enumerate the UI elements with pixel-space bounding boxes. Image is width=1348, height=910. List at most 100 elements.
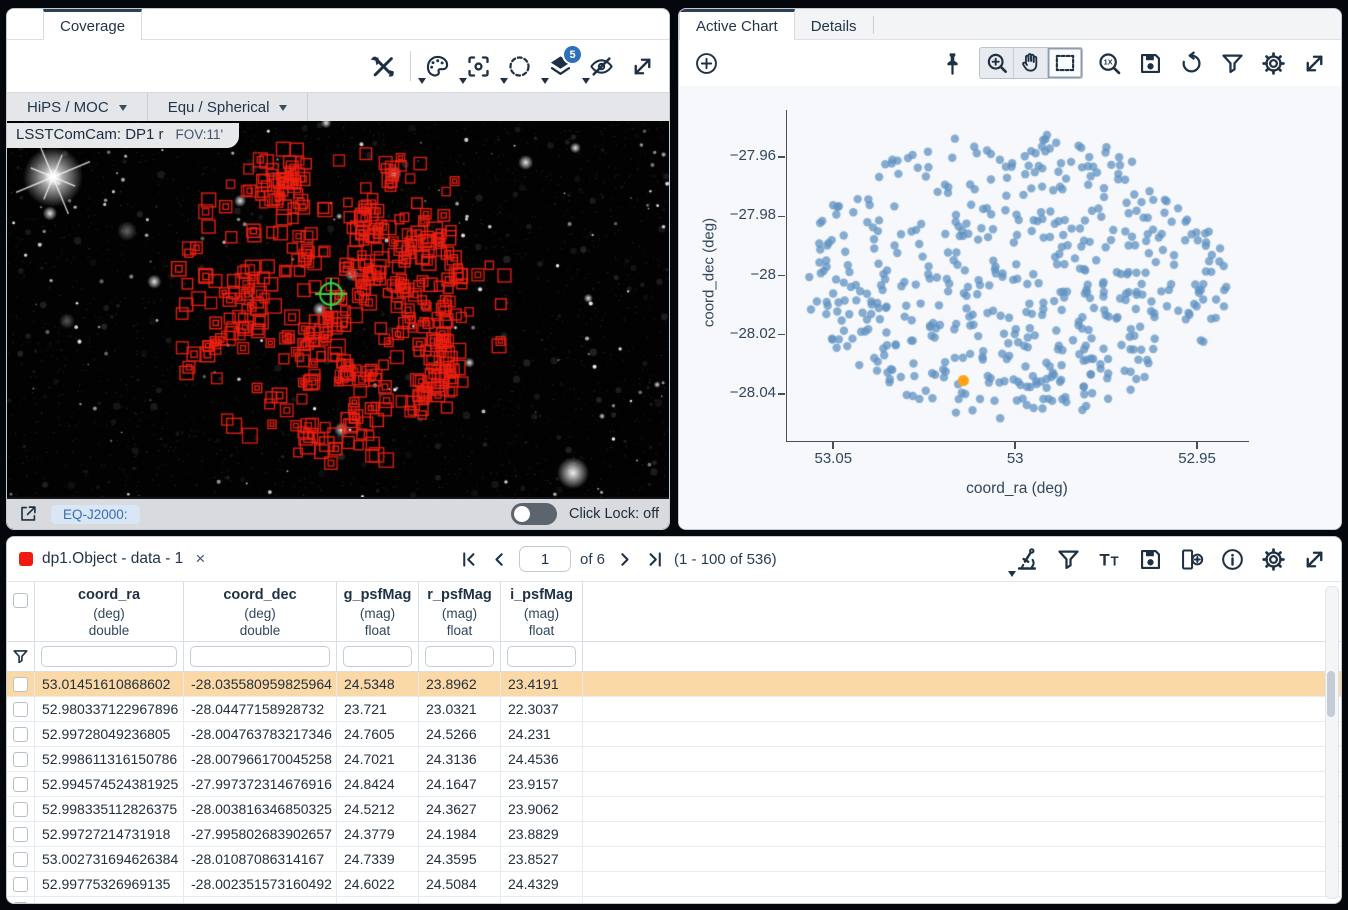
select-all-checkbox[interactable] <box>13 593 28 608</box>
column-header-r_psfMag[interactable]: r_psfMag(mag)float <box>419 582 501 641</box>
table-tab[interactable]: dp1.Object - data - 1 × <box>19 549 205 569</box>
fov-readout: FOV:11' <box>176 127 224 142</box>
pan-tool-button[interactable] <box>1014 48 1048 78</box>
scrollbar-thumb[interactable] <box>1327 671 1335 717</box>
row-checkbox[interactable] <box>13 877 28 892</box>
recenter-button[interactable] <box>463 51 493 81</box>
table-cell: -28.002351573160492 <box>184 872 337 897</box>
table-row[interactable]: 52.994574524381925-27.99737231467691624.… <box>7 772 1341 797</box>
next-page-button[interactable] <box>614 549 635 570</box>
layers-button[interactable]: 5 <box>545 51 575 81</box>
scatter-canvas[interactable] <box>787 110 1249 441</box>
table-cell: 23.9157 <box>501 772 583 797</box>
table-row[interactable]: 52.99775326969135-28.00235157316049224.6… <box>7 872 1341 897</box>
image-title-badge: LSSTComCam: DP1 r FOV:11' <box>7 123 239 148</box>
table-cell: 22.3037 <box>501 697 583 722</box>
coverage-expand-button[interactable] <box>627 51 657 81</box>
column-filter-input-i_psfMag[interactable] <box>507 646 576 667</box>
row-checkbox[interactable] <box>13 677 28 692</box>
column-filter-input-coord_dec[interactable] <box>190 646 330 667</box>
tab-active-chart[interactable]: Active Chart <box>679 9 795 40</box>
sky-image-canvas[interactable] <box>7 121 669 529</box>
close-icon[interactable]: × <box>195 549 205 569</box>
save-chart-button[interactable] <box>1135 48 1165 78</box>
y-tick-mark <box>778 275 785 277</box>
table-info-button[interactable] <box>1217 544 1247 574</box>
expand-icon <box>1301 546 1328 573</box>
page-number-input[interactable] <box>519 546 571 572</box>
coverage-tabbar: Coverage <box>7 9 669 40</box>
color-settings-button[interactable] <box>422 51 452 81</box>
x-tick-label: 52.95 <box>1162 450 1232 467</box>
visibility-button[interactable] <box>586 51 616 81</box>
table-text-view-button[interactable]: T T <box>1094 544 1124 574</box>
filter-icon <box>1219 50 1246 77</box>
recenter-icon <box>465 53 492 80</box>
column-filter-input-g_psfMag[interactable] <box>343 646 412 667</box>
expand-icon <box>1301 50 1328 77</box>
table-settings-button[interactable] <box>1258 544 1288 574</box>
table-row[interactable]: 53.01451610868602-28.03558095982596424.5… <box>7 672 1341 697</box>
pin-chart-button[interactable] <box>937 48 967 78</box>
last-page-button[interactable] <box>644 549 665 570</box>
open-in-new-icon[interactable] <box>17 503 39 525</box>
table-search-button[interactable] <box>1012 544 1042 574</box>
table-row[interactable]: 52.980337122967896-28.0447715892873223.7… <box>7 697 1341 722</box>
add-column-button[interactable] <box>1176 544 1206 574</box>
tab-details[interactable]: Details <box>795 10 873 39</box>
chart-expand-button[interactable] <box>1299 48 1329 78</box>
tools-button[interactable] <box>368 51 398 81</box>
restore-chart-button[interactable] <box>1176 48 1206 78</box>
filter-chart-button[interactable] <box>1217 48 1247 78</box>
y-tick-label: −28.02 <box>688 325 776 342</box>
column-filter-input-coord_ra[interactable] <box>41 646 177 667</box>
row-checkbox[interactable] <box>13 852 28 867</box>
table-row[interactable]: 52.99728049236805-28.00476378321734624.7… <box>7 722 1341 747</box>
table-filter-button[interactable] <box>1053 544 1083 574</box>
column-filter-input-r_psfMag[interactable] <box>425 646 494 667</box>
row-checkbox[interactable] <box>13 702 28 717</box>
prev-page-button[interactable] <box>489 549 510 570</box>
table-expand-button[interactable] <box>1299 544 1329 574</box>
table-row[interactable]: 52.99727214731918-27.99580268390265724.3… <box>7 822 1341 847</box>
row-checkbox[interactable] <box>13 777 28 792</box>
table-cell: 52.99775326969135 <box>35 872 184 897</box>
column-header-coord_dec[interactable]: coord_dec(deg)double <box>184 582 337 641</box>
image-title: LSSTComCam: DP1 r <box>16 126 164 143</box>
filter-icon[interactable] <box>11 647 30 666</box>
zoom-original-button[interactable]: 1X <box>1094 48 1124 78</box>
vertical-scrollbar[interactable] <box>1325 586 1339 899</box>
row-checkbox[interactable] <box>13 902 28 904</box>
table-cell: 24.231 <box>501 722 583 747</box>
table-row[interactable]: 53.002731694626384-28.0108708631416724.7… <box>7 847 1341 872</box>
tools-icon <box>370 53 397 80</box>
click-lock-toggle[interactable] <box>511 503 557 525</box>
row-checkbox[interactable] <box>13 827 28 842</box>
table-toolbar: T T <box>1001 544 1329 574</box>
zoom-in-tool-button[interactable] <box>980 48 1014 78</box>
image-source-dropdown[interactable]: HiPS / MOC <box>7 93 147 121</box>
chart-settings-button[interactable] <box>1258 48 1288 78</box>
table-save-button[interactable] <box>1135 544 1165 574</box>
first-page-button[interactable] <box>459 549 480 570</box>
row-checkbox[interactable] <box>13 752 28 767</box>
row-checkbox[interactable] <box>13 802 28 817</box>
select-area-button[interactable] <box>504 51 534 81</box>
row-checkbox[interactable] <box>13 727 28 742</box>
table-row[interactable] <box>7 897 1341 903</box>
select-rect-tool-button[interactable] <box>1048 48 1082 78</box>
tab-coverage[interactable]: Coverage <box>43 9 142 40</box>
info-icon <box>1219 546 1246 573</box>
table-cell: 24.7339 <box>337 847 419 872</box>
column-header-coord_ra[interactable]: coord_ra(deg)double <box>35 582 184 641</box>
x-tick-mark <box>1196 442 1198 449</box>
add-chart-button[interactable] <box>691 48 721 78</box>
table-cell: -28.01087086314167 <box>184 847 337 872</box>
coord-system-dropdown[interactable]: Equ / Spherical <box>148 93 308 121</box>
table-row[interactable]: 52.998611316150786-28.00796617004525824.… <box>7 747 1341 772</box>
table-cell: 23.8962 <box>419 672 501 697</box>
data-table: coord_ra(deg)doublecoord_dec(deg)doubleg… <box>7 581 1341 903</box>
table-row[interactable]: 52.998335112826375-28.00381634685032524.… <box>7 797 1341 822</box>
column-header-i_psfMag[interactable]: i_psfMag(mag)float <box>501 582 583 641</box>
column-header-g_psfMag[interactable]: g_psfMag(mag)float <box>337 582 419 641</box>
